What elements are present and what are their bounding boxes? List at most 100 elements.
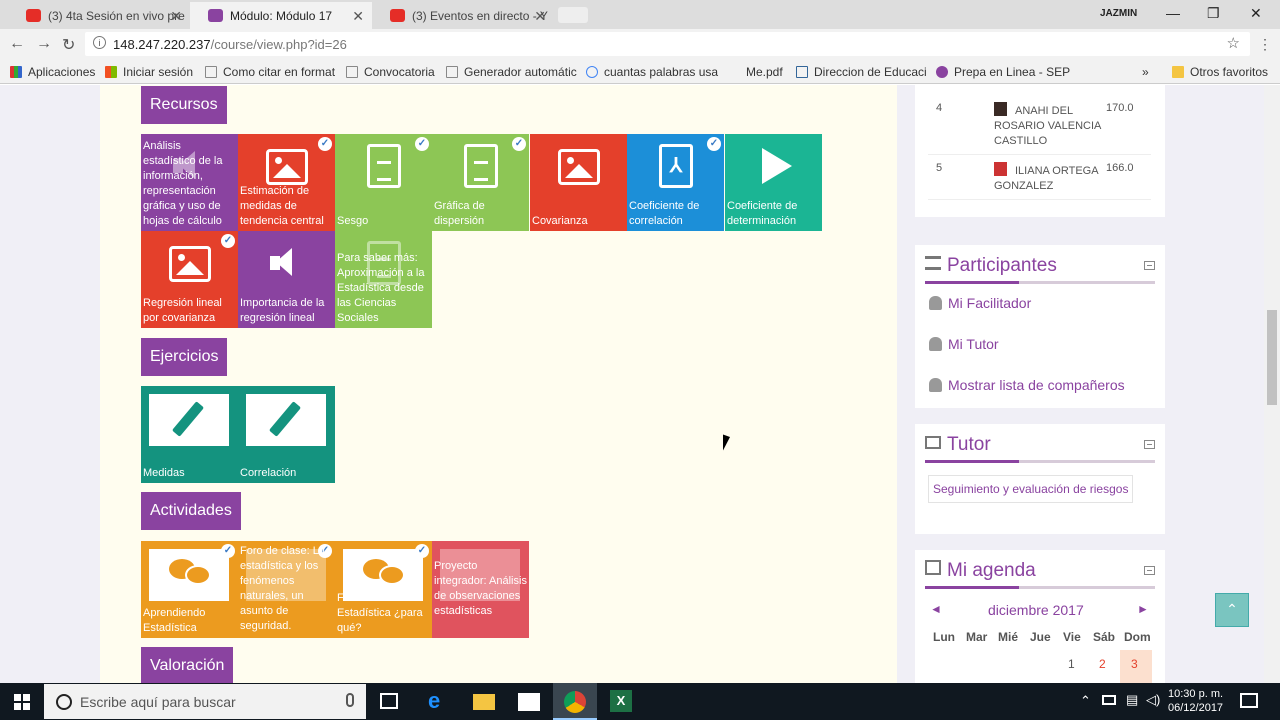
collapse-icon[interactable] [1144,440,1155,449]
search-placeholder: Escribe aquí para buscar [80,694,236,710]
link-text: Mostrar lista de compañeros [948,377,1125,393]
google-icon [586,66,598,78]
more-bookmarks-button[interactable]: » [1142,65,1149,79]
volume-icon[interactable]: ◁) [1146,692,1160,708]
edge-icon[interactable]: e [428,688,450,713]
user-icon [929,378,942,392]
forward-icon[interactable]: → [36,35,52,53]
browser-tab[interactable]: (3) 4ta Sesión en vivo pre ✕ [8,2,190,29]
system-clock[interactable]: 10:30 p. m. 06/12/2017 [1168,687,1223,715]
tile-activity[interactable]: ✓ Foro de clase: La estadística y los fe… [238,541,335,638]
calendar-day[interactable]: 1 [1068,657,1075,671]
bookmark-item[interactable]: Iniciar sesión [105,65,193,79]
document-icon [464,144,498,188]
rank-name-text: ANAHI DEL ROSARIO VALENCIA CASTILLO [994,105,1101,147]
notifications-icon[interactable] [1240,693,1258,708]
info-icon[interactable]: i [93,36,106,49]
star-icon[interactable]: ☆ [1227,34,1240,52]
calendar-day[interactable]: 2 [1099,657,1106,671]
prev-month-button[interactable]: ◄ [930,602,942,616]
browser-tab[interactable]: (3) Eventos en directo - Y ✕ [372,2,554,29]
browser-tab-active[interactable]: Módulo: Módulo 17 ✕ [190,2,372,29]
close-icon[interactable]: ✕ [170,8,182,25]
close-icon[interactable]: ✕ [534,8,546,25]
windows-start-icon[interactable] [14,694,30,710]
network-icon[interactable]: ▤ [1126,692,1138,708]
profile-name[interactable]: JAZMIN [1100,8,1137,19]
checkmark-icon[interactable]: ✓ [415,544,429,558]
checkmark-icon[interactable]: ✓ [318,137,332,151]
store-icon[interactable] [518,693,540,711]
taskbar-search-box[interactable]: Escribe aquí para buscar [44,684,366,719]
seguimiento-button[interactable]: Seguimiento y evaluación de riesgos [928,475,1134,503]
bookmark-item[interactable]: Generador automátic [446,65,577,79]
file-explorer-icon[interactable] [473,694,495,710]
tile-exercise[interactable]: Medidas [141,386,238,483]
bookmark-item[interactable]: Direccion de Educaci [796,65,927,79]
tile-activity[interactable]: ✓ Aprendiendo Estadística [141,541,238,638]
tile-resource[interactable]: ✓ Sesgo [335,134,432,231]
new-tab-button[interactable] [558,7,588,23]
calendar-day-today[interactable]: 3 [1120,650,1152,683]
collapse-icon[interactable] [1144,566,1155,575]
minimize-icon[interactable]: — [1166,5,1180,21]
bookmark-apps[interactable]: Aplicaciones [10,65,95,79]
bookmark-label: Otros favoritos [1190,65,1269,79]
tile-label: Foro de clase: La estadística y los fenó… [240,545,325,632]
close-icon[interactable]: ✕ [352,8,364,25]
tile-resource[interactable]: Para saber más: Aproximación a la Estadí… [335,231,432,328]
close-window-icon[interactable]: ✕ [1250,5,1262,22]
checkmark-icon[interactable]: ✓ [707,137,721,151]
tile-resource[interactable]: Análisis estadístico de la información, … [141,134,238,231]
chrome-taskbar-button[interactable] [553,683,597,720]
tile-label: Aprendiendo Estadística [143,607,206,634]
back-icon[interactable]: ← [9,35,25,53]
bookmark-item[interactable]: Como citar en format [205,65,335,79]
restore-icon[interactable]: ❐ [1207,5,1220,22]
url-bar[interactable]: i 148.247.220.237/course/view.php?id=26 … [85,32,1250,56]
page-scrollbar[interactable] [1264,85,1280,683]
tile-resource[interactable]: Importancia de la regresión lineal [238,231,335,328]
checkmark-icon[interactable]: ✓ [415,137,429,151]
ranking-row: 4 ANAHI DEL ROSARIO VALENCIA CASTILLO 17… [928,100,1151,155]
back-to-top-button[interactable]: ⌃ [1215,593,1249,627]
tile-resource[interactable]: Covarianza [530,134,627,231]
bookmark-item[interactable]: Me.pdf [728,65,783,79]
tile-resource[interactable]: ✓ Estimación de medidas de tendencia cen… [238,134,335,231]
bookmark-item[interactable]: Prepa en Linea - SEP [936,65,1070,79]
excel-icon[interactable]: X [610,690,632,712]
tile-activity[interactable]: ✓ Foro de debate: Estadística ¿para qué? [335,541,432,638]
menu-icon[interactable]: ⋮ [1258,36,1272,53]
apps-icon [10,66,22,78]
bookmark-item[interactable]: Convocatoria [346,65,435,79]
page-icon [446,66,458,78]
scrollbar-thumb[interactable] [1267,310,1277,405]
checkmark-icon[interactable]: ✓ [221,544,235,558]
calendar-icon [925,560,941,575]
task-view-icon[interactable] [380,693,398,709]
checkmark-icon[interactable]: ✓ [221,234,235,248]
link-mostrar-companeros[interactable]: Mostrar lista de compañeros [929,377,1125,393]
link-mi-tutor[interactable]: Mi Tutor [929,336,999,352]
link-mi-facilitador[interactable]: Mi Facilitador [929,295,1031,311]
section-title-valoracion: Valoración [141,647,234,683]
other-favorites-folder[interactable]: Otros favoritos [1172,65,1268,79]
bookmark-item[interactable]: cuantas palabras usa [586,65,718,79]
show-hidden-icons[interactable]: ⌃ [1080,693,1091,709]
reload-icon[interactable]: ↻ [62,35,75,55]
tile-resource[interactable]: ✓ Gráfica de dispersión [432,134,529,231]
tile-resource[interactable]: Coeficiente de determinación [725,134,822,231]
avatar [994,102,1007,116]
collapse-icon[interactable] [1144,261,1155,270]
next-month-button[interactable]: ► [1137,602,1149,616]
microphone-icon[interactable] [346,693,354,707]
tile-resource[interactable]: ⅄ ✓ Coeficiente de correlación [627,134,724,231]
tile-resource[interactable]: ✓ Regresión lineal por covarianza [141,231,238,328]
month-title: diciembre 2017 [988,602,1084,618]
tile-activity[interactable]: Proyecto integrador: Análisis de observa… [432,541,529,638]
avatar [994,162,1007,176]
checkmark-icon[interactable]: ✓ [512,137,526,151]
battery-icon[interactable] [1102,695,1116,705]
rank-name: ANAHI DEL ROSARIO VALENCIA CASTILLO [994,102,1104,149]
tile-exercise[interactable]: Correlación [238,386,335,483]
